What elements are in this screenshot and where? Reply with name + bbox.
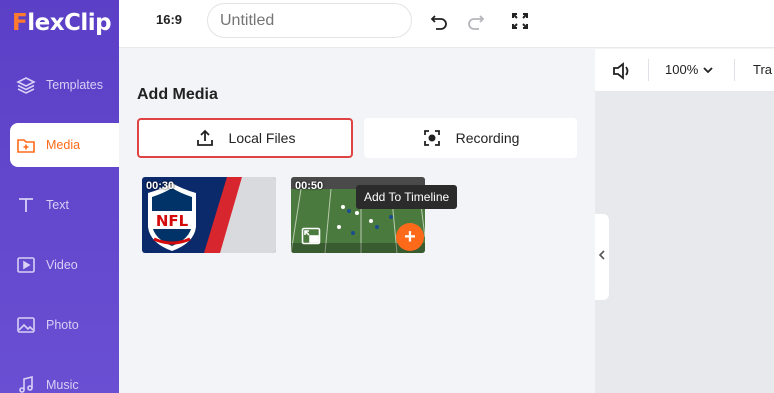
- top-bar: 16:9: [119, 0, 774, 48]
- svg-text:NFL: NFL: [156, 212, 189, 230]
- pip-icon[interactable]: [301, 227, 321, 250]
- chevron-down-icon: [702, 63, 714, 78]
- add-to-timeline-button[interactable]: +: [396, 223, 424, 251]
- project-title-input[interactable]: [207, 3, 412, 38]
- sidebar-item-label: Photo: [46, 318, 79, 332]
- undo-icon[interactable]: [428, 10, 450, 32]
- fullscreen-icon[interactable]: [509, 10, 531, 32]
- local-files-button[interactable]: Local Files: [137, 118, 353, 158]
- canvas-area: [595, 92, 774, 393]
- photo-icon: [16, 315, 36, 335]
- zoom-dropdown[interactable]: 100%: [665, 62, 714, 78]
- music-icon: [16, 375, 36, 393]
- sidebar-item-video[interactable]: Video: [0, 243, 119, 287]
- flexclip-logo[interactable]: FlexClip: [12, 8, 112, 38]
- sidebar-item-music[interactable]: Music: [0, 363, 119, 393]
- recording-label: Recording: [455, 130, 520, 146]
- divider: [648, 59, 649, 81]
- duration-label: 00:30: [146, 180, 175, 192]
- sidebar-item-label: Video: [46, 258, 78, 272]
- media-panel: Add Media Local Files Recording NFL 00:3…: [119, 49, 595, 393]
- plus-icon: +: [404, 225, 416, 248]
- redo-icon[interactable]: [465, 10, 487, 32]
- transition-button[interactable]: Tra: [753, 62, 772, 77]
- sidebar-item-label: Text: [46, 198, 69, 212]
- sidebar: FlexClip Templates Media Text Video Phot…: [0, 0, 119, 393]
- sidebar-item-label: Media: [46, 138, 81, 152]
- folder-plus-icon: [16, 135, 36, 155]
- local-files-label: Local Files: [228, 130, 296, 146]
- sidebar-item-text[interactable]: Text: [0, 183, 119, 227]
- sidebar-item-label: Music: [46, 378, 79, 392]
- collapse-panel-handle[interactable]: [595, 214, 609, 300]
- sidebar-item-label: Templates: [46, 78, 103, 92]
- canvas-toolbar: 100% Tra: [595, 49, 774, 92]
- sidebar-item-photo[interactable]: Photo: [0, 303, 119, 347]
- tooltip: Add To Timeline: [356, 185, 458, 209]
- media-thumbnail[interactable]: NFL 00:30: [142, 177, 276, 253]
- layers-icon: [16, 75, 36, 95]
- record-icon: [422, 128, 442, 148]
- aspect-ratio-selector[interactable]: 16:9: [156, 12, 182, 27]
- duration-label: 00:50: [295, 180, 324, 192]
- chevron-left-icon: [598, 248, 606, 266]
- text-icon: [16, 195, 36, 215]
- sidebar-item-media[interactable]: Media: [10, 123, 119, 167]
- divider: [734, 59, 735, 81]
- panel-title: Add Media: [137, 86, 218, 103]
- upload-icon: [195, 128, 215, 148]
- video-icon: [16, 255, 36, 275]
- volume-icon[interactable]: [612, 62, 632, 85]
- sidebar-item-templates[interactable]: Templates: [0, 63, 119, 107]
- recording-button[interactable]: Recording: [364, 118, 577, 158]
